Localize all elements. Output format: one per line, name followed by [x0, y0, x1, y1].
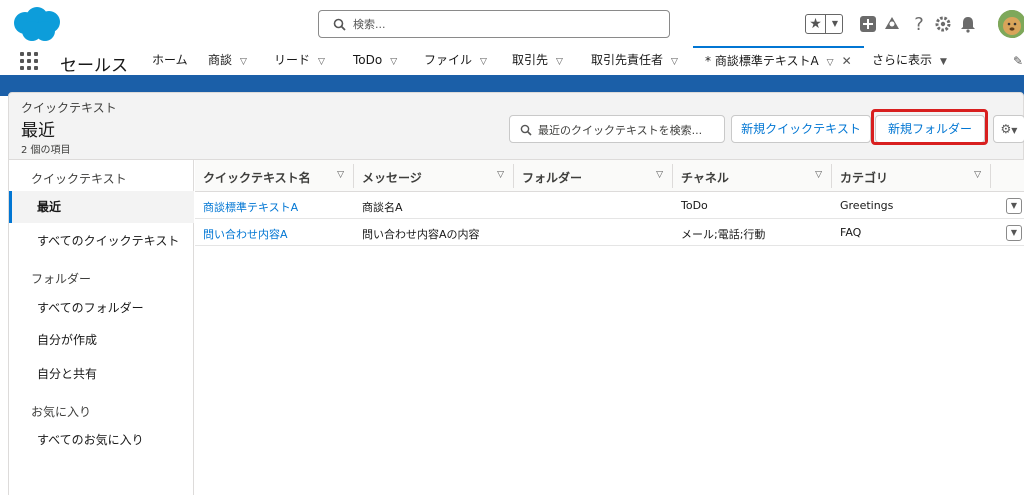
- edit-nav-icon[interactable]: ✎: [1013, 54, 1023, 68]
- column-header-label: カテゴリ: [840, 171, 889, 185]
- chevron-down-icon[interactable]: ▽: [974, 170, 981, 180]
- sidebar-section-quick-text: クイックテキスト: [31, 172, 127, 186]
- column-header-category[interactable]: カテゴリ ▽: [832, 160, 991, 192]
- cell-channel: メール;電話;行動: [681, 228, 766, 241]
- column-header-label: フォルダー: [522, 171, 583, 185]
- nav-item-label: ToDo: [353, 53, 383, 67]
- nav-item-todo[interactable]: ToDo ▽: [353, 46, 397, 75]
- nav-item-files[interactable]: ファイル ▽: [424, 46, 487, 75]
- row-action-menu-button[interactable]: ▼: [1006, 198, 1022, 214]
- chevron-down-icon: ▼: [1011, 126, 1018, 135]
- global-search[interactable]: [318, 10, 670, 38]
- nav-item-contacts[interactable]: 取引先責任者 ▽: [591, 46, 678, 75]
- chevron-down-icon[interactable]: ▽: [497, 170, 504, 180]
- salesforce-logo[interactable]: [10, 5, 64, 43]
- chevron-down-icon[interactable]: ▽: [318, 48, 325, 77]
- app-nav-bar: セールス ホーム 商談 ▽ リード ▽ ToDo ▽ ファイル ▽ 取引先 ▽ 取引先責任…: [0, 46, 1024, 78]
- trailhead-icon[interactable]: [881, 9, 903, 39]
- gear-icon: ⚙: [1000, 122, 1012, 136]
- nav-item-label: ファイル: [424, 53, 473, 67]
- column-header-label: メッセージ: [362, 171, 422, 185]
- cell-name-link[interactable]: 問い合わせ内容A: [203, 226, 288, 242]
- nav-more-label: さらに表示: [872, 53, 933, 67]
- cell-message: 問い合わせ内容Aの内容: [362, 228, 480, 241]
- app-name: セールス: [60, 56, 128, 76]
- favorites-button-group[interactable]: ★ ▼: [805, 14, 843, 34]
- chevron-down-icon[interactable]: ▽: [656, 170, 663, 180]
- sidebar-item-all-folders[interactable]: すべてのフォルダー: [9, 292, 194, 324]
- list-search-input[interactable]: [538, 121, 722, 139]
- sidebar-item-shared-with-me[interactable]: 自分と共有: [9, 358, 194, 390]
- chevron-down-icon[interactable]: ▽: [480, 48, 487, 77]
- chevron-down-icon[interactable]: ▽: [556, 48, 563, 77]
- cell-name-link[interactable]: 商談標準テキストA: [203, 199, 298, 215]
- search-icon: [333, 18, 346, 31]
- item-count: 2 個の項目: [21, 145, 71, 156]
- list-search[interactable]: [509, 115, 725, 143]
- list-table: クイックテキスト名 ▽ メッセージ ▽ フォルダー ▽ チャネル ▽ カテゴリ …: [195, 160, 1024, 495]
- nav-item-leads[interactable]: リード ▽: [274, 46, 325, 75]
- chevron-down-icon[interactable]: ▼: [940, 48, 947, 77]
- nav-item-label: ホーム: [152, 53, 188, 67]
- help-icon[interactable]: ?: [908, 9, 930, 39]
- column-header-folder[interactable]: フォルダー ▽: [514, 160, 673, 192]
- global-actions-icon[interactable]: [857, 9, 879, 39]
- cell-category: Greetings: [840, 199, 894, 212]
- close-icon[interactable]: ✕: [842, 54, 852, 68]
- notification-bell-icon[interactable]: [957, 9, 979, 39]
- nav-item-home[interactable]: ホーム: [152, 46, 188, 75]
- sidebar-item-created-by-me[interactable]: 自分が作成: [9, 324, 194, 356]
- chevron-down-icon[interactable]: ▽: [671, 48, 678, 77]
- chevron-down-icon[interactable]: ▽: [390, 48, 397, 77]
- cell-category: FAQ: [840, 226, 862, 239]
- column-header-label: クイックテキスト名: [203, 171, 311, 185]
- chevron-down-icon[interactable]: ▽: [337, 170, 344, 180]
- chevron-down-icon[interactable]: ▽: [827, 50, 834, 77]
- star-icon[interactable]: ★: [806, 15, 826, 33]
- sidebar-section-folders: フォルダー: [31, 272, 92, 286]
- chevron-down-icon[interactable]: ▽: [240, 48, 247, 77]
- table-row: 商談標準テキストA 商談名A ToDo Greetings ▼: [195, 193, 1024, 219]
- tab-active-record[interactable]: * 商談標準テキストA ▽ ✕: [693, 46, 864, 75]
- nav-item-accounts[interactable]: 取引先 ▽: [512, 46, 563, 75]
- global-search-input[interactable]: [353, 15, 653, 33]
- page-title: 最近: [21, 121, 55, 141]
- table-row: 問い合わせ内容A 問い合わせ内容Aの内容 メール;電話;行動 FAQ ▼: [195, 220, 1024, 246]
- column-header-actions: [991, 160, 1024, 192]
- active-tab-label: * 商談標準テキストA: [705, 54, 819, 68]
- list-settings-button[interactable]: ⚙▼: [993, 115, 1024, 143]
- folder-sidebar: クイックテキスト 最近 すべてのクイックテキスト フォルダー すべてのフォルダー…: [8, 160, 194, 495]
- chevron-down-icon[interactable]: ▽: [815, 170, 822, 180]
- sidebar-item-all-favorites[interactable]: すべてのお気に入り: [9, 424, 194, 456]
- cell-channel: ToDo: [681, 199, 708, 212]
- app-launcher-icon[interactable]: [20, 52, 38, 70]
- search-icon: [520, 124, 532, 136]
- column-header-name[interactable]: クイックテキスト名 ▽: [195, 160, 354, 192]
- sidebar-item-recent[interactable]: 最近: [9, 191, 194, 223]
- cell-message: 商談名A: [362, 201, 403, 214]
- nav-item-label: リード: [274, 53, 311, 67]
- sidebar-item-all-quick-text[interactable]: すべてのクイックテキスト: [9, 225, 194, 257]
- column-header-message[interactable]: メッセージ ▽: [354, 160, 514, 192]
- nav-more[interactable]: さらに表示 ▼: [872, 46, 947, 75]
- column-header-label: チャネル: [681, 171, 729, 185]
- nav-item-label: 取引先: [512, 53, 549, 67]
- user-avatar[interactable]: [998, 10, 1024, 38]
- sidebar-section-favorites: お気に入り: [31, 405, 92, 419]
- nav-item-opportunities[interactable]: 商談 ▽: [208, 46, 247, 75]
- nav-item-label: 商談: [208, 53, 233, 67]
- setup-gear-icon[interactable]: [932, 9, 954, 39]
- nav-item-label: 取引先責任者: [591, 53, 664, 67]
- column-header-channel[interactable]: チャネル ▽: [673, 160, 832, 192]
- new-quick-text-button[interactable]: 新規クイックテキスト: [731, 115, 871, 143]
- favorites-menu-chevron-icon[interactable]: ▼: [827, 15, 843, 33]
- list-view-header: クイックテキスト 最近 2 個の項目 新規クイックテキスト 新規フォルダー ⚙▼: [8, 92, 1024, 160]
- annotation-highlight-box: [871, 109, 988, 145]
- global-header: ★ ▼ ?: [0, 0, 1024, 46]
- object-type-label: クイックテキスト: [21, 101, 117, 115]
- row-action-menu-button[interactable]: ▼: [1006, 225, 1022, 241]
